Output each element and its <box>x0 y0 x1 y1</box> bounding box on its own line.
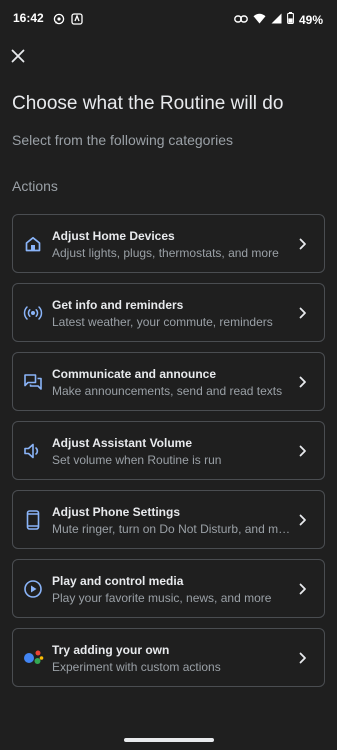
battery-icon <box>287 11 294 29</box>
signal-icon <box>271 11 282 29</box>
category-title: Adjust Assistant Volume <box>52 436 193 450</box>
category-adjust-assistant-volume[interactable]: Adjust Assistant Volume Set volume when … <box>12 421 325 480</box>
battery-percentage: 49% <box>298 13 323 27</box>
category-description: Mute ringer, turn on Do Not Disturb, and… <box>52 522 292 536</box>
volume-icon <box>22 440 44 462</box>
category-list: Adjust Home Devices Adjust lights, plugs… <box>12 214 325 697</box>
category-description: Experiment with custom actions <box>52 660 221 674</box>
category-description: Set volume when Routine is run <box>52 453 222 467</box>
category-description: Make announcements, send and read texts <box>52 384 283 398</box>
chevron-right-icon <box>296 305 310 321</box>
status-bar: 16:42 49% <box>0 0 337 36</box>
category-try-adding-your-own[interactable]: Try adding your own Experiment with cust… <box>12 628 325 687</box>
link-icon <box>234 11 248 29</box>
category-get-info-and-reminders[interactable]: Get info and reminders Latest weather, y… <box>12 283 325 342</box>
close-icon <box>11 49 25 66</box>
chevron-right-icon <box>296 236 310 252</box>
chevron-right-icon <box>296 443 310 459</box>
page-title: Choose what the Routine will do <box>12 93 284 114</box>
chat-icon <box>22 371 44 393</box>
chevron-right-icon <box>296 512 310 528</box>
chevron-right-icon <box>296 581 310 597</box>
category-title: Try adding your own <box>52 643 170 657</box>
category-title: Communicate and announce <box>52 367 217 381</box>
category-title: Play and control media <box>52 574 184 588</box>
section-label-actions: Actions <box>12 178 58 194</box>
category-description: Play your favorite music, news, and more <box>52 591 272 605</box>
play-circle-icon <box>22 578 44 600</box>
category-communicate-and-announce[interactable]: Communicate and announce Make announceme… <box>12 352 325 411</box>
status-time: 16:42 <box>13 11 44 25</box>
app-notification-icon <box>71 12 83 30</box>
category-title: Adjust Phone Settings <box>52 505 181 519</box>
category-description: Adjust lights, plugs, thermostats, and m… <box>52 246 279 260</box>
phone-icon <box>22 509 44 531</box>
category-adjust-phone-settings[interactable]: Adjust Phone Settings Mute ringer, turn … <box>12 490 325 549</box>
assistant-icon <box>22 647 44 669</box>
category-title: Adjust Home Devices <box>52 229 175 243</box>
category-play-and-control-media[interactable]: Play and control media Play your favorit… <box>12 559 325 618</box>
category-title: Get info and reminders <box>52 298 184 312</box>
status-right: 49% <box>234 11 323 29</box>
home-icon <box>22 233 44 255</box>
category-description: Latest weather, your commute, reminders <box>52 315 273 329</box>
status-app-icons <box>53 12 83 30</box>
whatsapp-icon <box>53 12 65 30</box>
chevron-right-icon <box>296 374 310 390</box>
page-subtitle: Select from the following categories <box>12 132 233 148</box>
broadcast-icon <box>22 302 44 324</box>
close-button[interactable] <box>6 45 30 69</box>
chevron-right-icon <box>296 650 310 666</box>
category-adjust-home-devices[interactable]: Adjust Home Devices Adjust lights, plugs… <box>12 214 325 273</box>
home-gesture-bar[interactable] <box>124 738 214 742</box>
wifi-icon <box>253 11 266 29</box>
